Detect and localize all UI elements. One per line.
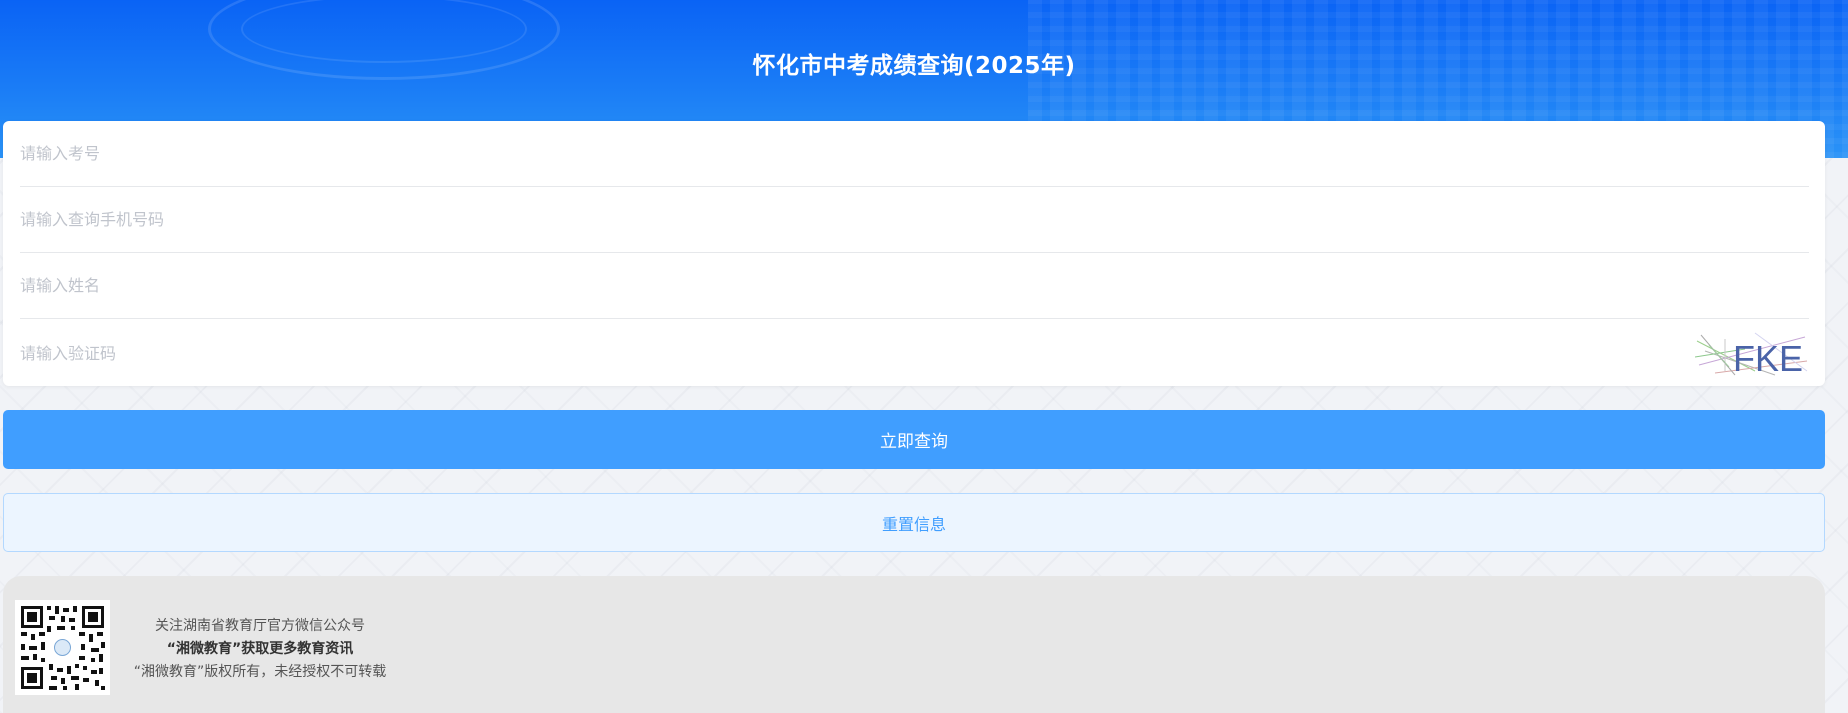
page-title: 怀化市中考成绩查询(2025年) bbox=[752, 53, 1076, 79]
captcha-image[interactable]: FKE bbox=[1694, 331, 1809, 379]
exam-number-field bbox=[20, 121, 1809, 187]
captcha-field: FKE bbox=[20, 320, 1809, 386]
captcha-input[interactable] bbox=[20, 320, 1620, 386]
footer: 关注湖南省教育厅官方微信公众号 “湘微教育”获取更多教育资讯 “湘微教育”版权所… bbox=[3, 576, 1825, 713]
footer-text: 关注湖南省教育厅官方微信公众号 “湘微教育”获取更多教育资讯 “湘微教育”版权所… bbox=[115, 615, 405, 684]
query-form: FKE bbox=[3, 121, 1825, 386]
qr-code-icon bbox=[15, 600, 110, 695]
footer-line-copyright: “湘微教育”版权所有，未经授权不可转载 bbox=[133, 664, 387, 680]
name-input[interactable] bbox=[20, 253, 1620, 318]
exam-number-input[interactable] bbox=[20, 121, 1620, 186]
phone-field bbox=[20, 187, 1809, 253]
query-button[interactable]: 立即查询 bbox=[3, 410, 1825, 469]
phone-input[interactable] bbox=[20, 187, 1620, 252]
footer-line-follow: 关注湖南省教育厅官方微信公众号 bbox=[155, 618, 365, 634]
reset-button[interactable]: 重置信息 bbox=[3, 493, 1825, 552]
captcha-graphic: FKE bbox=[1694, 331, 1809, 379]
captcha-text: FKE bbox=[1733, 338, 1803, 377]
footer-line-brand: “湘微教育”获取更多教育资讯 bbox=[166, 641, 354, 657]
name-field bbox=[20, 253, 1809, 319]
